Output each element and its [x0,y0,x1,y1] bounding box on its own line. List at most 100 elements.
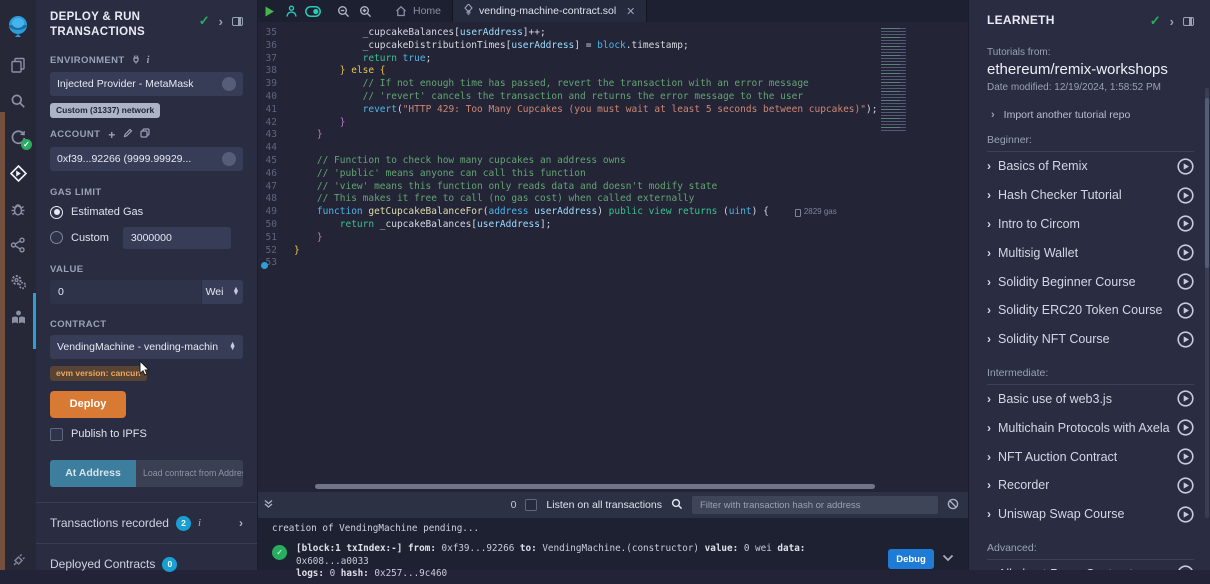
terminal-search-icon [671,498,683,513]
zoom-out-icon[interactable] [332,0,354,22]
tab-vending-machine-contract[interactable]: vending-machine-contract.sol ✕ [452,0,647,22]
tutorial-item[interactable]: ›NFT Auction Contract [987,442,1194,471]
value-input[interactable] [50,280,201,304]
git-icon[interactable] [0,227,36,263]
play-tutorial-button[interactable] [1177,187,1194,204]
tutorial-item-label: Hash Checker Tutorial [998,188,1122,202]
plugin-connect-icon[interactable] [0,542,36,578]
play-tutorial-button[interactable] [1177,506,1194,523]
file-explorer-icon[interactable] [0,47,36,83]
environment-info-icon[interactable]: i [147,55,150,66]
play-tutorial-button[interactable] [1177,273,1194,290]
deployed-contracts-label: Deployed Contracts [50,557,155,571]
add-account-icon[interactable]: + [108,128,115,142]
tutorial-section-label: Intermediate: [987,367,1194,385]
terminal-filter-input[interactable] [692,496,938,514]
horizontal-scrollbar[interactable] [258,482,968,492]
code-line: 37 return true; [258,53,968,66]
copy-account-icon[interactable] [140,128,150,141]
settings-icon[interactable] [0,263,36,299]
account-select[interactable]: 0xf39...92266 (9999.99929... [50,147,243,171]
custom-gas-label: Custom [71,232,109,244]
tutorial-item[interactable]: ›Uniswap Swap Course [987,500,1194,529]
code-editor[interactable]: 35 _cupcakeBalances[userAddress]++;36 _c… [258,22,968,482]
play-tutorial-button[interactable] [1177,565,1194,570]
search-icon[interactable] [0,83,36,119]
code-line: 44 [258,142,968,155]
tutorial-item[interactable]: ›Basics of Remix [987,152,1194,181]
play-tutorial-button[interactable] [1177,390,1194,407]
play-tutorial-button[interactable] [1177,331,1194,348]
tutorials-date-modified: Date modified: 12/19/2024, 1:58:52 PM [987,82,1194,93]
value-unit-select[interactable]: Wei ▲▼ [201,280,243,304]
play-tutorial-button[interactable] [1177,215,1194,232]
transaction-log-row[interactable]: ✓ [block:1 txIndex:-] from: 0xf39...9226… [272,543,958,581]
expand-terminal-icon[interactable] [263,498,274,512]
walkthrough-person-icon[interactable] [280,0,302,22]
debug-button[interactable]: Debug [888,549,934,569]
tutorial-item[interactable]: › Hash Checker Tutorial [987,181,1194,210]
transactions-recorded-row[interactable]: Transactions recorded 2 i › [50,503,243,543]
publish-ipfs-checkbox[interactable] [50,428,63,441]
play-tutorial-button[interactable] [1177,244,1194,261]
panel-pin-icon[interactable] [232,17,243,26]
transactions-expand-icon[interactable]: › [239,516,243,530]
account-label: ACCOUNT [50,129,100,140]
learneth-pin-icon[interactable] [1183,17,1194,26]
custom-gas-input[interactable] [123,227,231,249]
zoom-in-icon[interactable] [354,0,376,22]
solidity-compiler-icon[interactable]: ✓ [0,119,36,155]
deployed-contracts-row[interactable]: Deployed Contracts 0 [50,544,243,584]
tutorial-item[interactable]: ›Solidity NFT Course [987,325,1194,354]
play-tutorial-button[interactable] [1177,419,1194,436]
editor-minimap[interactable] [881,28,908,131]
tutorial-item[interactable]: ›Solidity ERC20 Token Course [987,296,1194,325]
ai-toggle-icon[interactable] [302,0,324,22]
tutorial-item[interactable]: ›Multichain Protocols with Axelar [987,413,1194,442]
mouse-cursor [139,360,152,382]
clear-terminal-icon[interactable] [947,498,959,513]
tab-home[interactable]: Home [384,0,452,22]
edit-account-icon[interactable] [123,128,133,141]
estimated-gas-radio[interactable] [50,206,63,219]
terminal-tx-count: 0 [511,499,517,511]
chevron-right-icon: › [987,507,991,521]
debugger-icon[interactable] [0,191,36,227]
learneth-title: LEARNETH [987,13,1055,27]
listen-transactions-checkbox[interactable] [525,499,537,511]
tutorial-item[interactable]: ›Multisig Wallet [987,238,1194,267]
custom-gas-radio[interactable] [50,231,63,244]
play-tutorial-button[interactable] [1177,477,1194,494]
panel-collapse-icon[interactable]: › [219,14,223,29]
at-address-button[interactable]: At Address [50,460,136,487]
code-line: 36 _cupcakeDistributionTimes[userAddress… [258,40,968,53]
expand-log-chevron-icon[interactable] [942,554,954,565]
close-tab-icon[interactable]: ✕ [626,5,635,18]
tutorial-item[interactable]: ›Recorder [987,471,1194,500]
learneth-scrollbar[interactable] [1205,88,1209,518]
play-tutorial-button[interactable] [1177,302,1194,319]
contract-select[interactable]: VendingMachine - vending-machin ▲▼ [50,335,243,359]
at-address-input[interactable]: Load contract from Addres [136,460,243,487]
desktop-edge-strip [0,112,5,570]
tutorial-item[interactable]: ›Basic use of web3.js [987,385,1194,414]
run-script-icon[interactable] [258,0,280,22]
tutorial-item[interactable]: ›All about Proxy Contracts [987,560,1194,570]
deploy-run-icon[interactable] [0,155,36,191]
breakpoint-dot[interactable] [261,262,268,269]
tutorial-item[interactable]: ›Solidity Beginner Course [987,267,1194,296]
learneth-plugin-icon[interactable] [0,299,36,335]
transactions-info-icon[interactable]: i [198,517,201,529]
deploy-button[interactable]: Deploy [50,391,126,418]
code-line: 52} [258,245,968,258]
environment-select[interactable]: Injected Provider - MetaMask [50,72,243,96]
chevron-right-icon: › [987,188,991,202]
play-tutorial-button[interactable] [1177,448,1194,465]
code-line: 53 [258,257,968,270]
import-tutorial-repo[interactable]: › Import another tutorial repo [987,109,1194,121]
learneth-collapse-icon[interactable]: › [1170,14,1174,29]
value-label: VALUE [50,264,84,275]
tutorial-item[interactable]: ›Intro to Circom [987,210,1194,239]
terminal-log[interactable]: creation of VendingMachine pending... ✓ … [258,518,968,570]
play-tutorial-button[interactable] [1177,158,1194,175]
